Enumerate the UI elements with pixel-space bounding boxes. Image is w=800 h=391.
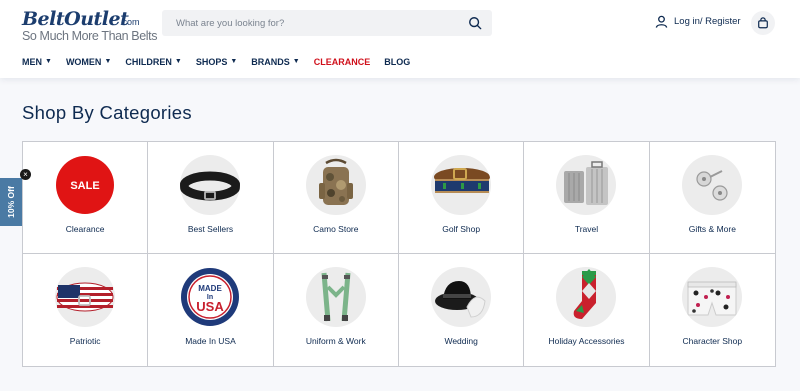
nav-children[interactable]: CHILDREN ▼	[125, 57, 181, 67]
promo-discount-tab[interactable]: 10% Off	[0, 178, 22, 226]
category-label: Uniform & Work	[305, 336, 366, 346]
login-label: Log in/ Register	[674, 16, 741, 27]
logo-tagline: So Much More Than Belts	[22, 29, 158, 43]
main-navigation: MEN ▼ WOMEN ▼ CHILDREN ▼ SHOPS ▼ BRANDS ▼ CLE…	[22, 57, 424, 67]
category-best-sellers[interactable]: Best Sellers	[148, 142, 274, 254]
category-holiday-accessories[interactable]: Holiday Accessories	[524, 254, 650, 366]
nav-men[interactable]: MEN ▼	[22, 57, 52, 67]
nav-label: CLEARANCE	[313, 57, 371, 67]
category-label: Made In USA	[185, 336, 236, 346]
category-golf-shop[interactable]: Golf Shop	[399, 142, 525, 254]
category-character-shop[interactable]: Character Shop	[650, 254, 775, 366]
page-title: Shop By Categories	[22, 102, 192, 123]
search-icon[interactable]	[468, 16, 482, 30]
search-bar	[162, 10, 492, 36]
site-header: BeltOutlet .com So Much More Than Belts …	[0, 0, 800, 78]
category-camo-store[interactable]: Camo Store	[273, 142, 399, 254]
nav-brands[interactable]: BRANDS ▼	[251, 57, 299, 67]
category-gifts-more[interactable]: Gifts & More	[649, 142, 775, 254]
category-grid: SALE Clearance Best Sellers Camo Store G…	[22, 141, 776, 367]
argyle-sock-icon	[556, 267, 617, 327]
suspenders-icon	[305, 267, 366, 327]
logo-wordmark: BeltOutlet	[22, 8, 129, 30]
category-label: Clearance	[65, 224, 105, 234]
cufflinks-icon	[682, 155, 743, 215]
nav-label: CHILDREN	[125, 57, 172, 67]
nav-clearance[interactable]: CLEARANCE	[314, 57, 371, 67]
golf-belt-icon	[431, 155, 492, 215]
search-input[interactable]	[176, 17, 456, 29]
patterned-boxers-icon	[682, 267, 743, 327]
logo-domain: .com	[120, 17, 140, 27]
category-patriotic[interactable]: Patriotic	[23, 254, 149, 366]
category-label: Camo Store	[313, 224, 359, 234]
badge-line-made: MADE	[199, 284, 223, 293]
nav-women[interactable]: WOMEN ▼	[66, 57, 111, 67]
category-made-in-usa[interactable]: MADE In USA Made In USA	[148, 254, 274, 366]
category-clearance[interactable]: SALE Clearance	[23, 142, 149, 254]
chevron-down-icon: ▼	[174, 57, 182, 65]
category-travel[interactable]: Travel	[524, 142, 650, 254]
sale-badge-text: SALE	[70, 180, 99, 192]
nav-blog[interactable]: BLOG	[384, 57, 410, 67]
category-wedding[interactable]: Wedding	[399, 254, 525, 366]
category-label: Best Sellers	[187, 224, 234, 234]
promo-label: 10% Off	[6, 186, 16, 218]
sale-badge-icon: SALE	[55, 155, 116, 215]
nav-label: MEN	[22, 57, 42, 67]
flag-belt-icon	[55, 267, 116, 327]
login-register-link[interactable]: Log in/ Register	[655, 15, 741, 28]
category-label: Holiday Accessories	[548, 336, 625, 346]
luggage-icon	[556, 155, 617, 215]
nav-label: BRANDS	[251, 57, 290, 67]
site-logo[interactable]: BeltOutlet .com So Much More Than Belts	[22, 8, 157, 44]
category-label: Golf Shop	[442, 224, 481, 234]
shopping-bag-icon	[758, 17, 768, 29]
nav-label: SHOPS	[195, 57, 228, 67]
fedora-hat-icon	[431, 267, 492, 327]
chevron-down-icon: ▼	[45, 57, 52, 65]
cart-button[interactable]	[751, 11, 775, 35]
category-label: Travel	[574, 224, 599, 234]
chevron-down-icon: ▼	[292, 57, 300, 65]
chevron-down-icon: ▼	[230, 57, 238, 65]
badge-line-usa: USA	[197, 299, 225, 314]
made-in-usa-badge-icon: MADE In USA	[180, 267, 241, 327]
nav-label: BLOG	[384, 57, 411, 67]
close-icon[interactable]: ×	[20, 169, 31, 180]
belt-icon	[180, 155, 241, 215]
nav-shops[interactable]: SHOPS ▼	[196, 57, 237, 67]
category-uniform-work[interactable]: Uniform & Work	[274, 254, 399, 366]
chevron-down-icon: ▼	[104, 57, 112, 65]
nav-label: WOMEN	[65, 57, 102, 67]
category-label: Wedding	[444, 336, 478, 346]
category-label: Gifts & More	[688, 224, 736, 234]
category-label: Character Shop	[682, 336, 743, 346]
user-icon	[655, 15, 668, 28]
category-label: Patriotic	[69, 336, 101, 346]
camo-backpack-icon	[305, 155, 366, 215]
